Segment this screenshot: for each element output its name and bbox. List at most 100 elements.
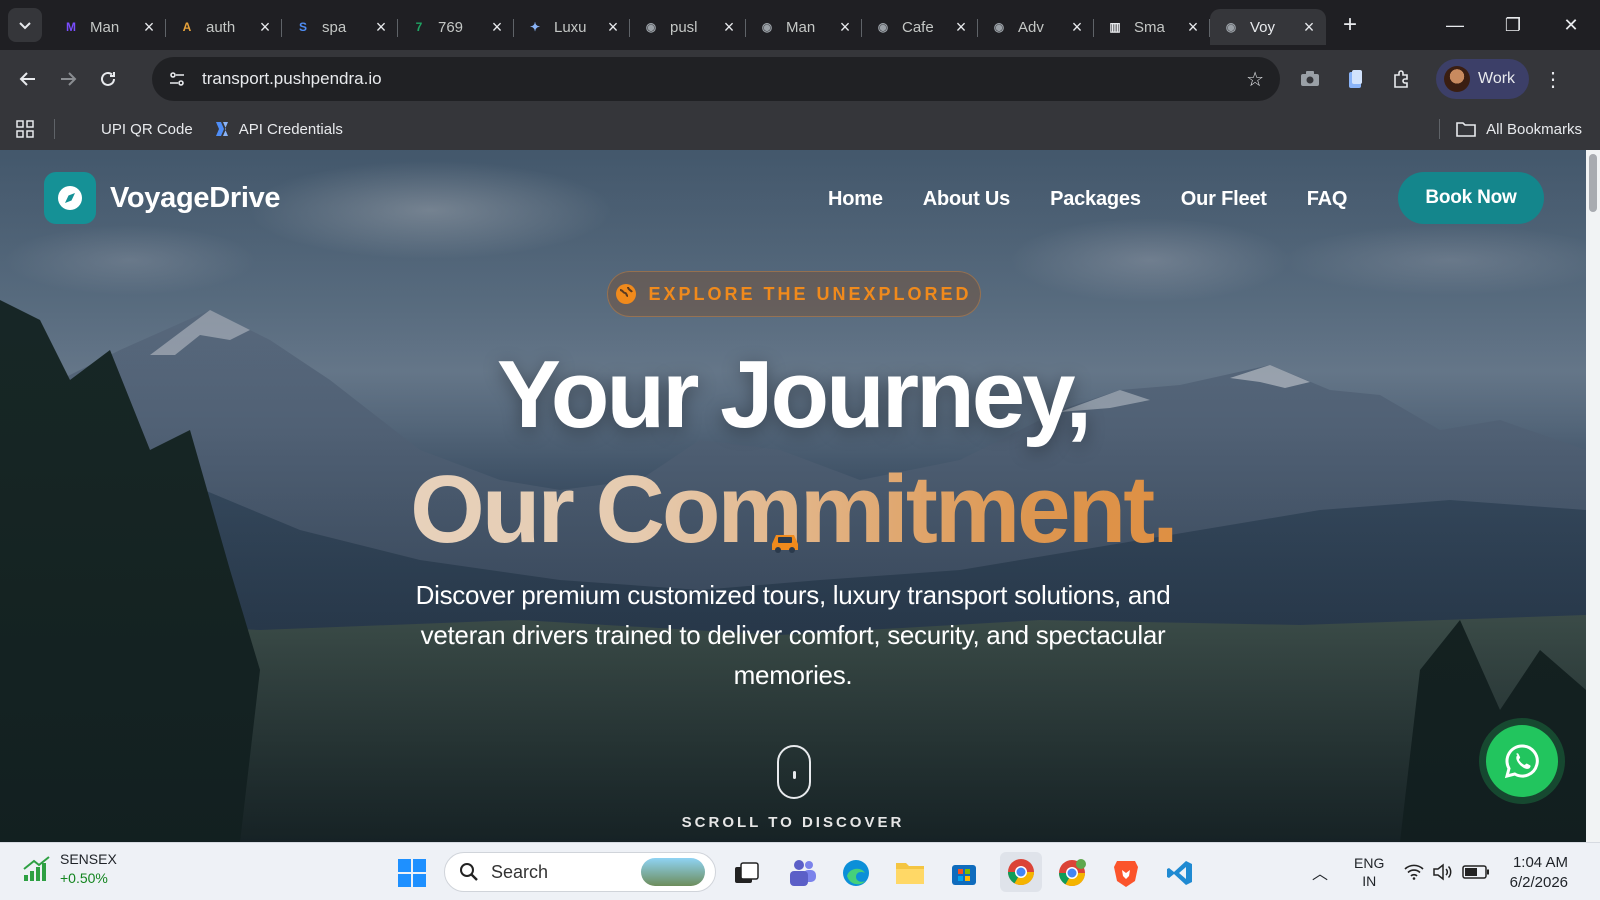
- tab-title: Luxu: [554, 18, 587, 36]
- tab-strip: M Man × Aauth × Sspa × 7 769 × ✦ Luxu × ◉ pusl × ◉ Man × ◉ C…: [0, 0, 1600, 50]
- close-window-button[interactable]: ✕: [1542, 0, 1600, 50]
- battery-icon[interactable]: [1462, 865, 1490, 879]
- extensions-puzzle-icon[interactable]: [1382, 59, 1422, 99]
- browser-tab[interactable]: M Man ×: [50, 9, 166, 45]
- browser-tab[interactable]: ✦ Luxu ×: [514, 9, 630, 45]
- toolbar-actions: Work ⋮: [1290, 57, 1571, 101]
- hero-section: VoyageDrive Home About Us Packages Our F…: [0, 150, 1586, 842]
- tab-list: M Man × Aauth × Sspa × 7 769 × ✦ Luxu × ◉ pusl × ◉ Man × ◉ C…: [50, 5, 1326, 45]
- close-tab-icon[interactable]: ×: [1068, 17, 1086, 38]
- tab-title: Cafe: [902, 18, 934, 36]
- tab-favicon-icon: S: [298, 20, 307, 34]
- show-hidden-icons-chevron-icon[interactable]: ︿: [1312, 860, 1328, 884]
- clock-time: 1:04 AM: [1512, 854, 1568, 871]
- close-tab-icon[interactable]: ×: [488, 17, 506, 38]
- bookmark-label: API Credentials: [238, 120, 343, 138]
- search-icon: [460, 863, 478, 881]
- whatsapp-button[interactable]: [1486, 725, 1558, 797]
- tab-favicon-icon: ▥: [1109, 20, 1121, 34]
- close-tab-icon[interactable]: ×: [720, 17, 738, 38]
- forward-button[interactable]: [48, 59, 88, 99]
- whatsapp-icon: [1504, 744, 1539, 779]
- hero-badge: EXPLORE THE UNEXPLORED: [607, 271, 981, 317]
- profile-chip[interactable]: Work: [1436, 59, 1530, 99]
- tab-search-button[interactable]: [8, 8, 42, 42]
- main-nav: Home About Us Packages Our Fleet FAQ: [828, 188, 1387, 211]
- browser-tab[interactable]: 7 769 ×: [398, 9, 514, 45]
- browser-tab[interactable]: Aauth ×: [166, 9, 282, 45]
- reload-button[interactable]: [88, 59, 128, 99]
- scrollbar-thumb[interactable]: [1589, 154, 1597, 212]
- windows-start-icon[interactable]: [394, 855, 430, 891]
- site-settings-icon[interactable]: [168, 70, 186, 88]
- vscode-icon[interactable]: [1162, 855, 1198, 891]
- language-indicator[interactable]: ENG IN: [1354, 854, 1384, 890]
- globe-icon: [616, 284, 637, 304]
- compass-icon: [44, 172, 96, 224]
- bookmarks-bar: UPI QR Code API Credentials All Bookmark…: [0, 108, 1600, 150]
- page-scrollbar[interactable]: [1586, 150, 1600, 842]
- file-explorer-icon[interactable]: [892, 855, 928, 891]
- stock-widget[interactable]: SENSEX +0.50%: [22, 851, 117, 886]
- url-text[interactable]: transport.pushpendra.io: [202, 69, 382, 89]
- browser-tab[interactable]: ◉ Cafe ×: [862, 9, 978, 45]
- camera-icon[interactable]: [1290, 59, 1330, 99]
- bookmark-upi-qr[interactable]: UPI QR Code: [101, 121, 193, 138]
- close-tab-icon[interactable]: ×: [1300, 17, 1318, 38]
- volume-icon[interactable]: [1432, 863, 1454, 881]
- close-tab-icon[interactable]: ×: [836, 17, 854, 38]
- hero-headline-line1: Your Journey,: [496, 341, 1092, 448]
- browser-tab[interactable]: ◉ pusl ×: [630, 9, 746, 45]
- teams-icon[interactable]: [784, 855, 820, 891]
- browser-tab[interactable]: Sspa ×: [282, 9, 398, 45]
- taskbar-search[interactable]: Search: [444, 852, 716, 892]
- extension-clipboard-icon[interactable]: [1336, 59, 1376, 99]
- edge-icon[interactable]: [838, 855, 874, 891]
- restore-button[interactable]: ❐: [1484, 0, 1542, 50]
- wifi-icon[interactable]: [1404, 864, 1424, 880]
- tab-title: Voy: [1250, 18, 1276, 36]
- microsoft-store-icon[interactable]: [946, 855, 982, 891]
- tab-favicon-icon: ◉: [1225, 20, 1237, 34]
- tab-title: Man: [90, 18, 120, 36]
- brand-logo[interactable]: VoyageDrive: [44, 172, 281, 224]
- task-view-icon[interactable]: [729, 855, 765, 891]
- browser-tab[interactable]: ▥ Sma ×: [1094, 9, 1210, 45]
- scroll-hint: SCROLL TO DISCOVER: [681, 814, 905, 831]
- nav-home[interactable]: Home: [828, 188, 883, 211]
- bookmark-api-credentials[interactable]: API Credentials: [213, 120, 343, 138]
- tab-favicon-icon: A: [182, 20, 192, 34]
- close-tab-icon[interactable]: ×: [952, 17, 970, 38]
- browser-tab[interactable]: ◉ Adv ×: [978, 9, 1094, 45]
- os-taskbar: SENSEX +0.50% Search ︿ ENG IN 1:04 AM 6/…: [0, 842, 1600, 900]
- ribbon-icon: [213, 120, 231, 138]
- minimize-button[interactable]: —: [1426, 0, 1484, 50]
- chrome-icon[interactable]: [1000, 852, 1042, 892]
- brave-icon[interactable]: [1108, 855, 1144, 891]
- scroll-mouse-icon[interactable]: [777, 745, 811, 799]
- close-tab-icon[interactable]: ×: [604, 17, 622, 38]
- all-bookmarks-button[interactable]: All Bookmarks: [1439, 108, 1582, 150]
- nav-about-us[interactable]: About Us: [923, 188, 1010, 211]
- book-now-button[interactable]: Book Now: [1398, 172, 1544, 224]
- hero-description: Discover premium customized tours, luxur…: [415, 580, 1171, 690]
- address-bar[interactable]: transport.pushpendra.io ☆: [152, 57, 1280, 101]
- nav-our-fleet[interactable]: Our Fleet: [1181, 188, 1267, 211]
- browser-tab[interactable]: ◉ Man ×: [746, 9, 862, 45]
- nav-faq[interactable]: FAQ: [1307, 188, 1348, 211]
- close-tab-icon[interactable]: ×: [256, 17, 274, 38]
- nav-packages[interactable]: Packages: [1050, 188, 1141, 211]
- browser-tab[interactable]: ◉ Voy ×: [1210, 9, 1326, 45]
- chrome-profile-icon[interactable]: [1054, 855, 1090, 891]
- tab-title: spa: [322, 18, 347, 36]
- tab-favicon-icon: ◉: [761, 20, 773, 34]
- new-tab-button[interactable]: +: [1334, 9, 1366, 41]
- back-button[interactable]: [8, 59, 48, 99]
- bookmark-star-icon[interactable]: ☆: [1246, 67, 1264, 92]
- apps-grid-icon[interactable]: [0, 120, 50, 138]
- more-menu-icon[interactable]: ⋮: [1535, 67, 1571, 92]
- close-tab-icon[interactable]: ×: [140, 17, 158, 38]
- clock[interactable]: 1:04 AM 6/2/2026: [1510, 853, 1568, 893]
- close-tab-icon[interactable]: ×: [372, 17, 390, 38]
- close-tab-icon[interactable]: ×: [1184, 17, 1202, 38]
